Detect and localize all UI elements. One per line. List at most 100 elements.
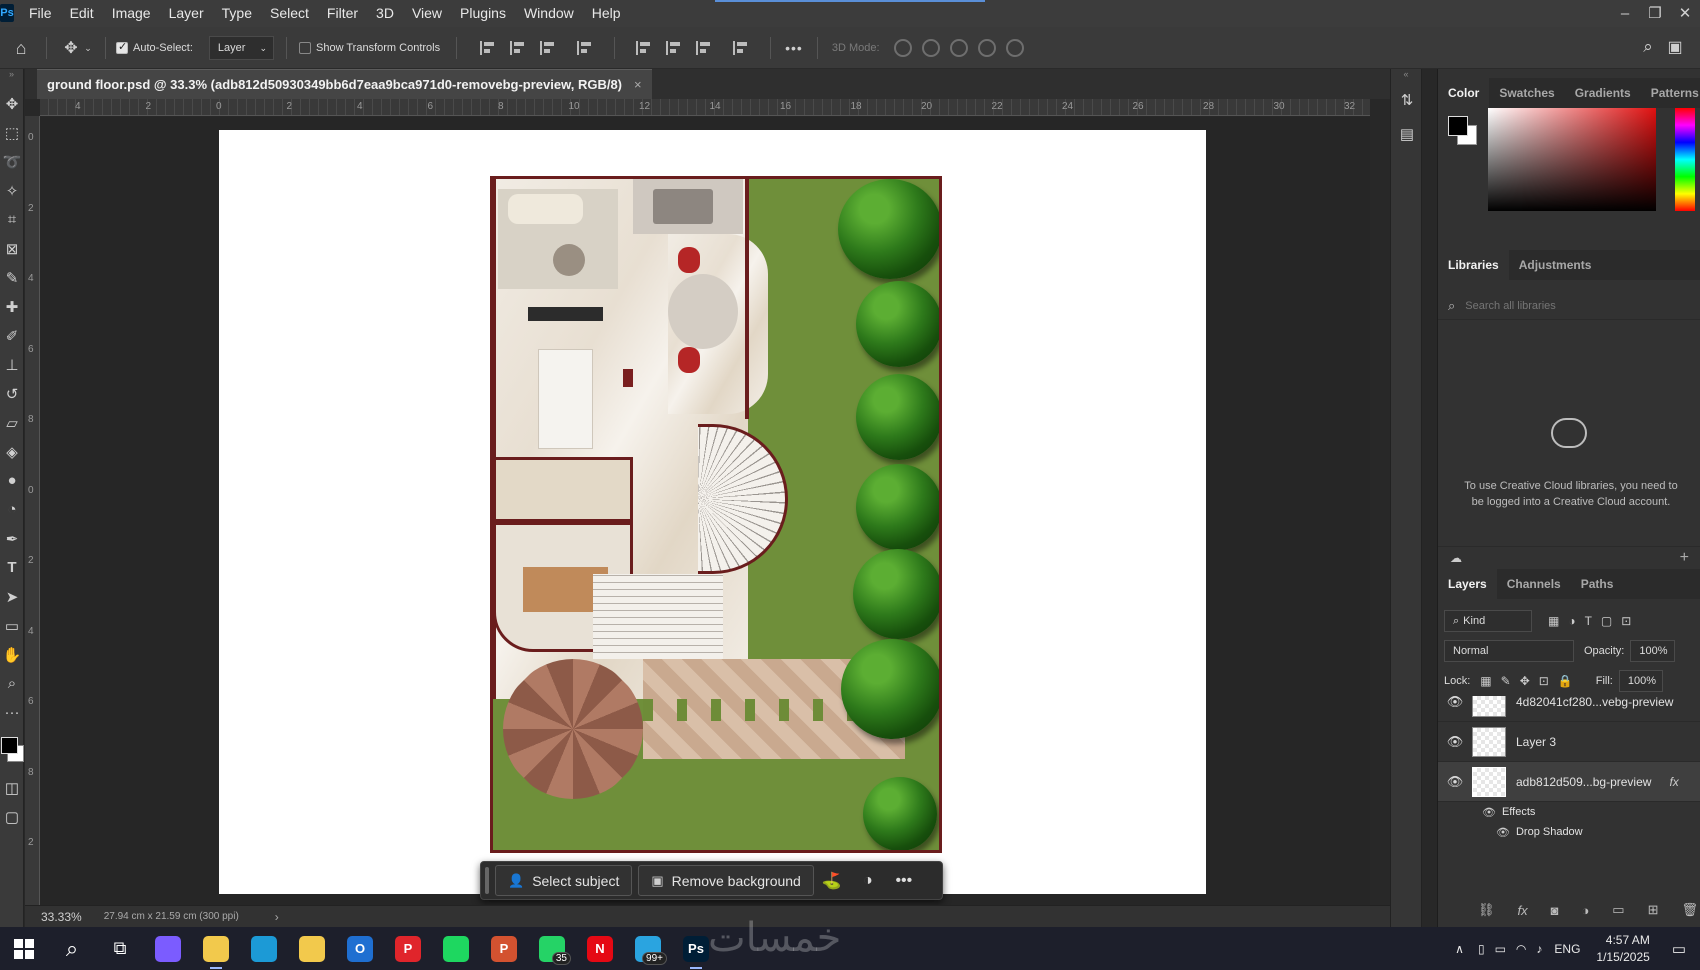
frame-tool-icon[interactable]: ⊠	[0, 234, 24, 263]
menu-view[interactable]: View	[403, 0, 451, 27]
cloud-sync-icon[interactable]: ☁	[1450, 551, 1462, 565]
eye-icon[interactable]: 👁	[1496, 826, 1510, 839]
menu-window[interactable]: Window	[515, 0, 583, 27]
effects-row[interactable]: 👁 Effects	[1482, 802, 1535, 822]
layer-row[interactable]: 👁 Layer 3	[1438, 722, 1700, 762]
search-button[interactable]: ⌕	[48, 927, 96, 970]
taskbar-app-outlook[interactable]: O	[336, 927, 384, 970]
tab-gradients[interactable]: Gradients	[1565, 78, 1641, 108]
type-tool-icon[interactable]: T	[0, 553, 24, 582]
show-transform-checkbox[interactable]	[299, 42, 311, 54]
volume-icon[interactable]: ♪	[1536, 942, 1542, 956]
layer-row[interactable]: 👁 4d82041cf280...vebg-preview	[1438, 696, 1700, 722]
menu-edit[interactable]: Edit	[61, 0, 103, 27]
hand-tool-icon[interactable]: ✋	[0, 640, 24, 669]
home-icon[interactable]: ⌂	[10, 38, 32, 59]
taskbar-app-copilot[interactable]	[144, 927, 192, 970]
menu-image[interactable]: Image	[103, 0, 160, 27]
edit-toolbar-icon[interactable]: ···	[0, 698, 24, 727]
tab-adjustments[interactable]: Adjustments	[1509, 250, 1602, 280]
new-layer-icon[interactable]: ⊞	[1648, 902, 1659, 918]
clock[interactable]: 4:57 AM 1/15/2025	[1596, 932, 1649, 966]
taskbar-app-powerpoint[interactable]: P	[480, 927, 528, 970]
menu-file[interactable]: File	[20, 0, 61, 27]
move-tool-icon[interactable]: ✥	[61, 38, 81, 58]
menu-plugins[interactable]: Plugins	[451, 0, 515, 27]
document-tab[interactable]: ground floor.psd @ 33.3% (adb812d5093034…	[37, 69, 652, 99]
search-icon[interactable]: ⌕	[1634, 37, 1662, 57]
eye-icon[interactable]: 👁	[1438, 774, 1472, 790]
properties-panel-icon[interactable]: ▤	[1391, 117, 1423, 151]
color-swatches[interactable]	[0, 727, 24, 773]
zoom-tool-icon[interactable]: ⌕	[0, 669, 24, 698]
hue-slider[interactable]	[1675, 108, 1695, 211]
adjustment-icon[interactable]: ◑	[850, 872, 886, 890]
healing-brush-tool-icon[interactable]: ✚	[0, 292, 24, 321]
select-subject-button[interactable]: 👤 Select subject	[495, 865, 633, 896]
start-button[interactable]	[0, 927, 48, 970]
menu-filter[interactable]: Filter	[318, 0, 367, 27]
layer-row-selected[interactable]: 👁 adb812d509...bg-preview fx	[1438, 762, 1700, 802]
notification-icon[interactable]: ▭	[1672, 940, 1686, 958]
align-top-icon[interactable]	[636, 41, 652, 55]
marquee-tool-icon[interactable]: ⬚	[0, 118, 24, 147]
fill-input[interactable]: 100%	[1618, 670, 1663, 692]
libraries-search[interactable]: ⌕	[1448, 293, 1693, 319]
close-tab-icon[interactable]: ×	[634, 70, 642, 99]
new-group-icon[interactable]: ▭	[1612, 902, 1624, 918]
taskbar-app-pinterest[interactable]: P	[384, 927, 432, 970]
tab-patterns[interactable]: Patterns	[1641, 78, 1700, 108]
eyedropper-tool-icon[interactable]: ✎	[0, 263, 24, 292]
eye-icon[interactable]: 👁	[1438, 696, 1472, 710]
taskbar-app-spotify[interactable]	[432, 927, 480, 970]
wifi-icon[interactable]: ◠	[1516, 942, 1526, 956]
auto-select-checkbox[interactable]	[116, 40, 128, 54]
drop-shadow-row[interactable]: 👁 Drop Shadow	[1496, 822, 1583, 842]
collapse-icon[interactable]: «	[1391, 69, 1421, 83]
screen-mode-icon[interactable]: ▢	[0, 802, 24, 831]
taskbar-app-telegram[interactable]: 99+	[624, 927, 672, 970]
history-brush-tool-icon[interactable]: ↺	[0, 379, 24, 408]
remove-background-button[interactable]: ▣ Remove background	[638, 865, 814, 896]
minimize-icon[interactable]: –	[1610, 1, 1640, 26]
horizontal-ruler[interactable]: 4 2 0 2 4 6 8 10 12 14 16 18 20 22 24 26 28 30 32	[40, 99, 1370, 116]
restore-icon[interactable]: ❐	[1640, 1, 1670, 26]
floor-plan-image[interactable]	[490, 176, 942, 853]
link-layers-icon[interactable]: ⛓	[1478, 902, 1495, 918]
blend-mode-dropdown[interactable]: Normal	[1444, 640, 1574, 662]
battery-icon[interactable]: ▭	[1495, 942, 1506, 956]
kind-filter-dropdown[interactable]: ⌕ Kind	[1444, 610, 1532, 632]
blur-tool-icon[interactable]: ●	[0, 466, 24, 495]
dodge-tool-icon[interactable]: ◔	[0, 495, 24, 524]
adjustment-layer-icon[interactable]: ◑	[1581, 903, 1589, 918]
zoom-level[interactable]: 33.33%	[41, 910, 82, 924]
fx-icon[interactable]: fx	[1669, 775, 1678, 789]
workspace-icon[interactable]: ▣	[1662, 37, 1688, 57]
taskbar-app-edge[interactable]	[240, 927, 288, 970]
tab-libraries[interactable]: Libraries	[1438, 250, 1509, 280]
toolbar-collapse-icon[interactable]: »	[0, 69, 23, 89]
more-options-button[interactable]: •••	[886, 872, 922, 890]
lasso-tool-icon[interactable]: ➰	[0, 147, 24, 176]
menu-layer[interactable]: Layer	[160, 0, 213, 27]
paint-bucket-tool-icon[interactable]: ◈	[0, 437, 24, 466]
distribute-vertical-icon[interactable]	[733, 41, 749, 55]
menu-type[interactable]: Type	[213, 0, 261, 27]
more-options-button[interactable]: •••	[785, 40, 803, 56]
tab-layers[interactable]: Layers	[1438, 569, 1497, 599]
tab-color[interactable]: Color	[1438, 78, 1490, 108]
drag-handle[interactable]	[485, 867, 489, 894]
menu-3d[interactable]: 3D	[367, 0, 403, 27]
tab-swatches[interactable]: Swatches	[1489, 78, 1564, 108]
menu-help[interactable]: Help	[583, 0, 630, 27]
vertical-ruler[interactable]: 0 2 4 6 8 0 2 4 6 8 2	[25, 116, 40, 912]
move-tool-icon[interactable]: ✥	[0, 89, 24, 118]
eraser-tool-icon[interactable]: ▱	[0, 408, 24, 437]
rectangle-tool-icon[interactable]: ▭	[0, 611, 24, 640]
foreground-color-swatch[interactable]	[1448, 116, 1468, 136]
language-indicator[interactable]: ENG	[1554, 942, 1580, 956]
task-view-button[interactable]: ⧉	[96, 927, 144, 970]
lock-options-icons[interactable]: ▦✎✥⊡🔒	[1480, 674, 1581, 688]
device-icon[interactable]: ▯	[1478, 942, 1485, 956]
auto-select-target-dropdown[interactable]: Layer ⌄	[208, 36, 274, 60]
